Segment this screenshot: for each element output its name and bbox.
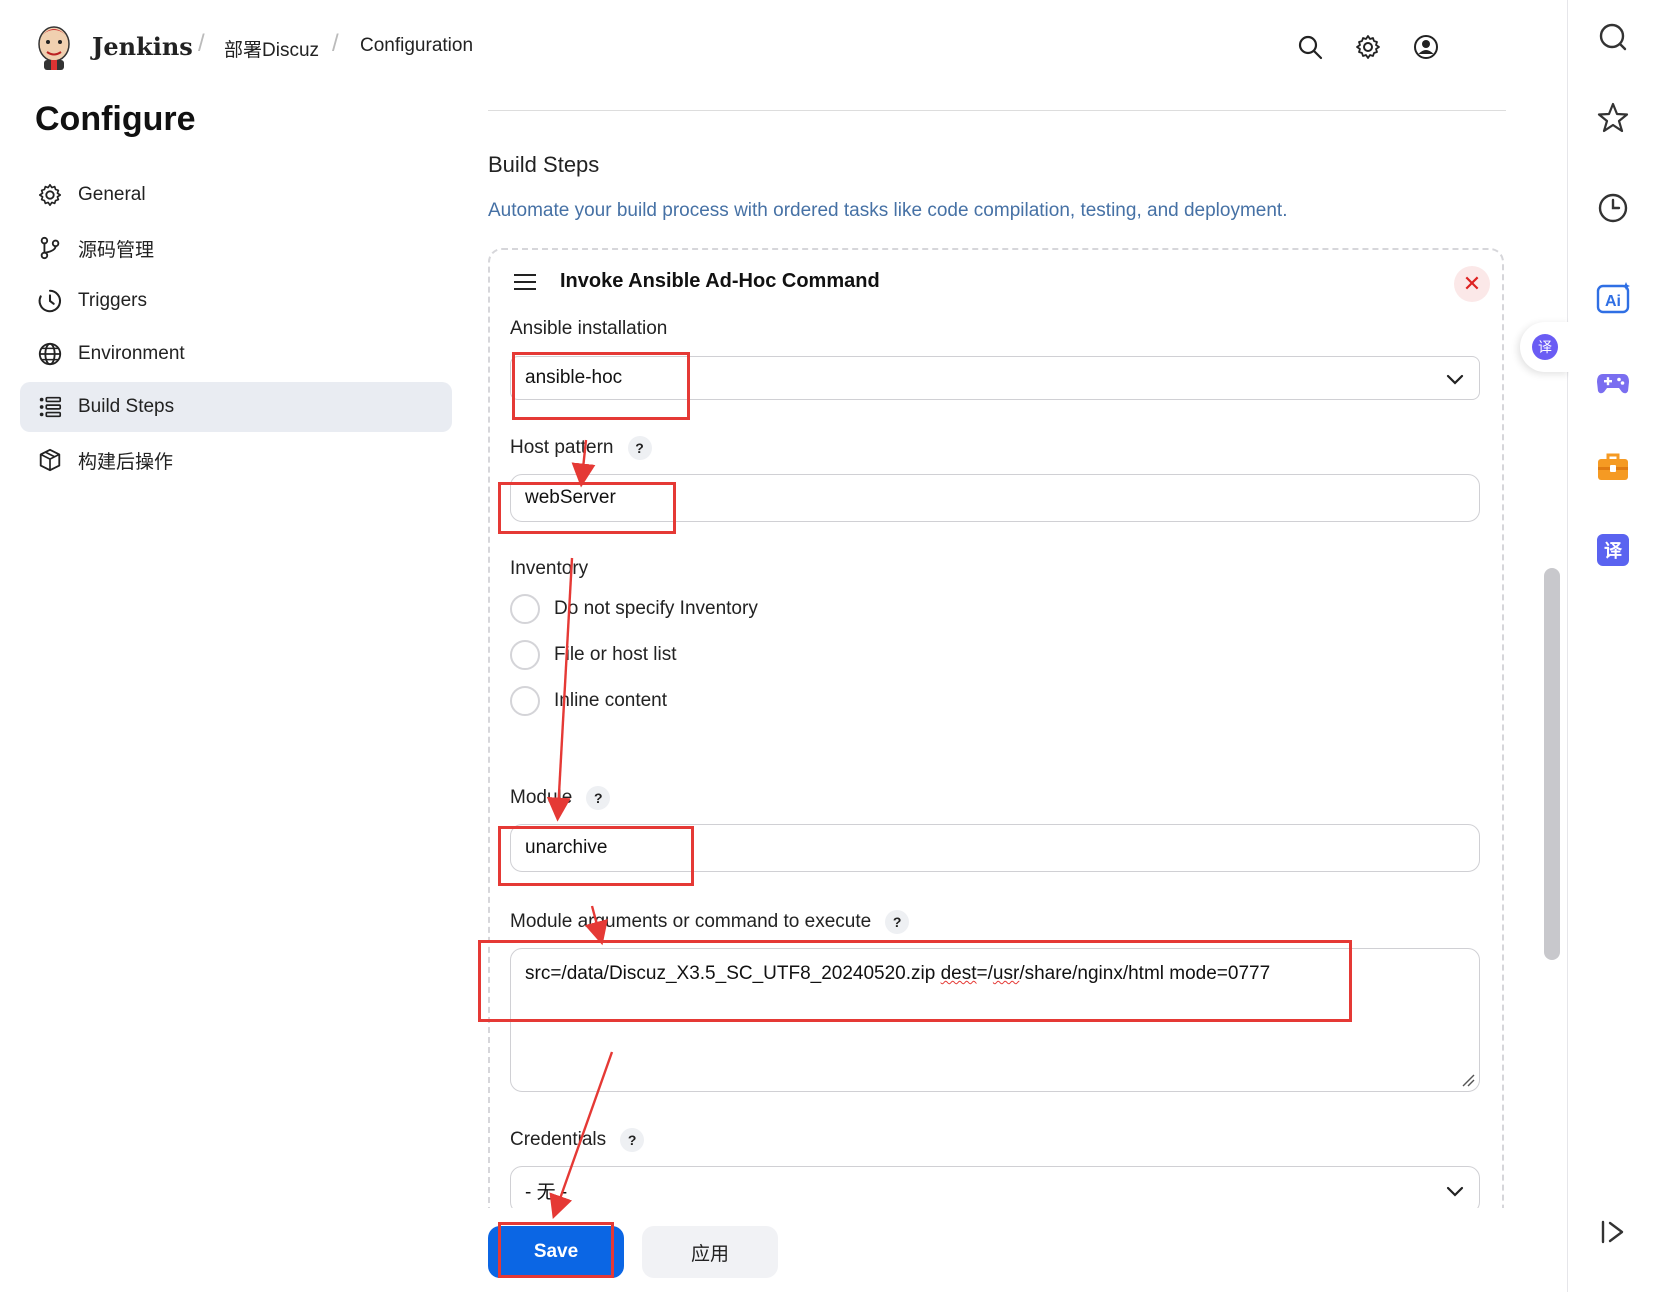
radio-label: File or host list: [554, 644, 677, 665]
breadcrumb-separator: /: [332, 30, 339, 57]
search-icon[interactable]: [1296, 33, 1324, 61]
annotation-box-args: [478, 940, 1352, 1022]
ai-icon[interactable]: Ai: [1593, 278, 1633, 318]
sidebar-item-label: General: [78, 184, 146, 205]
help-icon[interactable]: ?: [885, 910, 910, 934]
host-pattern-label: Host pattern ?: [510, 436, 652, 460]
jenkins-window: Jenkins / 部署Discuz / Configuration Confi…: [0, 0, 1570, 1292]
section-title: Build Steps: [488, 152, 600, 177]
sidebar-item-label: Triggers: [78, 290, 147, 311]
breadcrumb-separator: /: [198, 30, 205, 57]
sidebar-nav: General 源码管理 Triggers Environment Build …: [20, 170, 452, 488]
inventory-option-inline[interactable]: Inline content: [510, 686, 667, 716]
breadcrumb-job[interactable]: 部署Discuz: [224, 35, 319, 62]
field-label-text: Inventory: [510, 558, 589, 579]
sidebar-item-triggers[interactable]: Triggers: [20, 276, 452, 326]
sidebar-item-label: Environment: [78, 343, 185, 364]
translate-icon-label: 译: [1604, 541, 1623, 562]
inventory-option-none[interactable]: Do not specify Inventory: [510, 594, 758, 624]
sidebar-item-label: Build Steps: [78, 396, 175, 417]
help-icon[interactable]: ?: [620, 1128, 645, 1152]
sidebar-item-label: 源码管理: [78, 239, 155, 261]
radio-button[interactable]: [510, 594, 540, 624]
resize-handle-icon[interactable]: [1461, 1073, 1475, 1087]
browser-side-toolbar: Ai 译: [1569, 0, 1658, 1292]
field-label-text: Ansible installation: [510, 318, 668, 339]
sidebar-item-label: 构建后操作: [78, 451, 174, 473]
breadcrumb-configuration[interactable]: Configuration: [360, 35, 473, 57]
radio-button[interactable]: [510, 640, 540, 670]
translate-icon: 译: [1532, 334, 1558, 360]
apply-button[interactable]: 应用: [642, 1226, 778, 1278]
top-header: Jenkins / 部署Discuz / Configuration: [0, 0, 1568, 94]
chevron-down-icon: [1446, 1186, 1464, 1197]
sidebar-item-general[interactable]: General: [20, 170, 452, 220]
credentials-select[interactable]: - 无 -: [510, 1166, 1480, 1214]
build-step-header: Invoke Ansible Ad-Hoc Command: [514, 270, 880, 293]
branch-icon: [36, 234, 64, 262]
floating-translate-button[interactable]: 译: [1520, 322, 1570, 372]
build-step-title: Invoke Ansible Ad-Hoc Command: [560, 270, 880, 292]
radio-label: Inline content: [554, 690, 668, 711]
list-icon: [36, 393, 64, 421]
user-icon[interactable]: [1412, 33, 1440, 61]
collapse-panel-icon[interactable]: [1593, 1212, 1633, 1252]
help-icon[interactable]: ?: [586, 786, 611, 810]
scrollbar-thumb[interactable]: [1544, 568, 1560, 960]
field-label-text: Credentials: [510, 1129, 607, 1150]
globe-icon: [36, 340, 64, 368]
section-description: Automate your build process with ordered…: [488, 200, 1288, 221]
section-divider: [488, 110, 1506, 111]
sidebar-item-environment[interactable]: Environment: [20, 329, 452, 379]
field-label-text: Module: [510, 787, 573, 808]
sidebar-item-source-control[interactable]: 源码管理: [20, 223, 452, 273]
package-icon: [36, 446, 64, 474]
field-label-text: Module arguments or command to execute: [510, 911, 872, 932]
module-label: Module ?: [510, 786, 611, 810]
search-icon[interactable]: [1593, 18, 1633, 58]
gear-icon: [36, 181, 64, 209]
chevron-down-icon: [1446, 374, 1464, 385]
module-args-label: Module arguments or command to execute ?: [510, 910, 910, 934]
help-icon[interactable]: ?: [627, 436, 652, 460]
annotation-box-module: [498, 826, 694, 886]
jenkins-logo[interactable]: [34, 22, 74, 70]
history-icon[interactable]: [1593, 188, 1633, 228]
star-icon[interactable]: [1593, 98, 1633, 138]
annotation-box-ansible: [512, 352, 690, 420]
translate-icon[interactable]: 译: [1593, 530, 1633, 570]
radio-button[interactable]: [510, 686, 540, 716]
game-icon[interactable]: [1593, 362, 1633, 402]
toolbox-icon[interactable]: [1593, 446, 1633, 486]
sidebar-item-post-build[interactable]: 构建后操作: [20, 435, 452, 485]
brand-name[interactable]: Jenkins: [92, 32, 193, 61]
inventory-label: Inventory: [510, 558, 588, 580]
inventory-option-file[interactable]: File or host list: [510, 640, 676, 670]
gear-icon[interactable]: [1354, 33, 1382, 61]
remove-step-button[interactable]: ✕: [1454, 266, 1490, 302]
credentials-label: Credentials ?: [510, 1128, 645, 1152]
ai-icon-label: Ai: [1605, 293, 1621, 310]
radio-label: Do not specify Inventory: [554, 598, 758, 619]
field-label-text: Host pattern: [510, 437, 614, 458]
annotation-box-host: [498, 482, 676, 534]
clock-icon: [36, 287, 64, 315]
annotation-box-save: [498, 1222, 614, 1278]
drag-handle-icon[interactable]: [514, 273, 536, 290]
ansible-installation-label: Ansible installation: [510, 318, 667, 340]
select-value: - 无 -: [525, 1181, 568, 1203]
sidebar-item-build-steps[interactable]: Build Steps: [20, 382, 452, 432]
page-title: Configure: [35, 100, 196, 138]
